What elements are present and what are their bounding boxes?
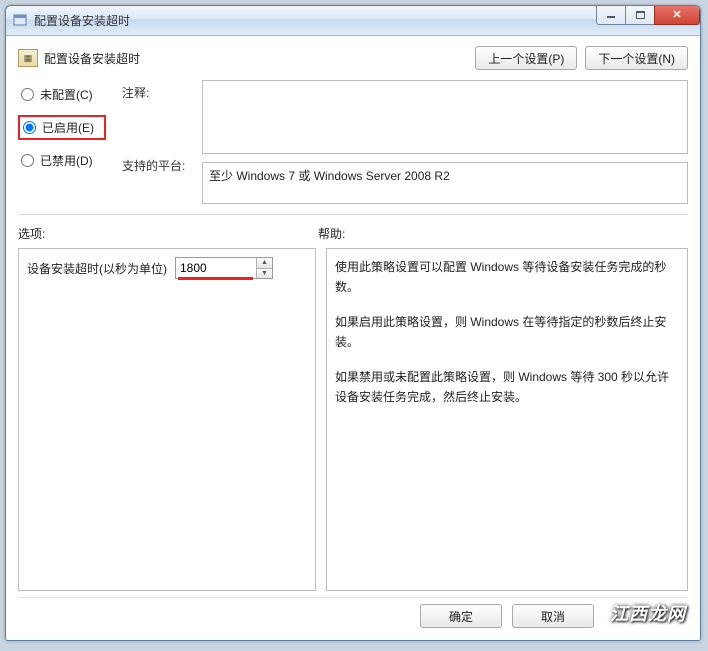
spinner-buttons: ▲ ▼ — [256, 258, 272, 278]
comment-label: 注释: — [122, 84, 186, 101]
radio-disabled-label: 已禁用(D) — [40, 152, 93, 169]
timeout-spinner: ▲ ▼ — [175, 257, 273, 279]
client-area: ▦ 配置设备安装超时 上一个设置(P) 下一个设置(N) 未配置(C) 已启用(… — [6, 36, 700, 640]
radio-disabled[interactable]: 已禁用(D) — [18, 150, 106, 171]
watermark-text: 江西龙网 — [610, 600, 686, 626]
radio-enabled[interactable]: 已启用(E) — [18, 115, 106, 140]
spinner-up-button[interactable]: ▲ — [256, 258, 272, 269]
next-setting-button[interactable]: 下一个设置(N) — [585, 46, 688, 70]
policy-title: 配置设备安装超时 — [44, 50, 140, 67]
radio-enabled-label: 已启用(E) — [42, 119, 94, 136]
minimize-button[interactable] — [596, 5, 626, 25]
help-section-label: 帮助: — [318, 225, 688, 242]
timeout-option-row: 设备安装超时(以秒为单位) ▲ ▼ — [27, 257, 307, 279]
maximize-button[interactable] — [625, 5, 655, 25]
dialog-button-row: 确定 取消 应用(A) 江西龙网 — [18, 597, 688, 630]
radio-not-configured-input[interactable] — [21, 88, 34, 101]
options-section-label: 选项: — [18, 225, 318, 242]
field-labels-column: 注释: 支持的平台: — [122, 80, 186, 204]
app-icon — [12, 13, 28, 29]
platform-label: 支持的平台: — [122, 157, 186, 174]
spinner-down-button[interactable]: ▼ — [256, 269, 272, 279]
state-radio-group: 未配置(C) 已启用(E) 已禁用(D) — [18, 80, 106, 204]
close-button[interactable]: ✕ — [654, 5, 700, 25]
previous-setting-button[interactable]: 上一个设置(P) — [475, 46, 577, 70]
policy-icon: ▦ — [18, 49, 38, 67]
cancel-button[interactable]: 取消 — [512, 604, 594, 628]
config-area: 未配置(C) 已启用(E) 已禁用(D) 注释: 支持的平台: 至少 Windo… — [18, 80, 688, 215]
help-pane: 使用此策略设置可以配置 Windows 等待设备安装任务完成的秒数。 如果启用此… — [326, 248, 688, 591]
help-paragraph-2: 如果启用此策略设置，则 Windows 在等待指定的秒数后终止安装。 — [335, 312, 679, 353]
highlight-underline — [178, 277, 253, 280]
options-pane: 设备安装超时(以秒为单位) ▲ ▼ — [18, 248, 316, 591]
lower-panes: 设备安装超时(以秒为单位) ▲ ▼ 使用此策略设置可以配置 Windows 等待… — [18, 248, 688, 591]
dialog-window: 配置设备安装超时 ✕ ▦ 配置设备安装超时 上一个设置(P) 下一个设置(N) — [5, 5, 701, 641]
radio-not-configured-label: 未配置(C) — [40, 86, 93, 103]
section-labels: 选项: 帮助: — [18, 225, 688, 242]
help-paragraph-3: 如果禁用或未配置此策略设置，则 Windows 等待 300 秒以允许设备安装任… — [335, 367, 679, 408]
header-row: ▦ 配置设备安装超时 上一个设置(P) 下一个设置(N) — [18, 46, 688, 70]
radio-disabled-input[interactable] — [21, 154, 34, 167]
title-bar[interactable]: 配置设备安装超时 ✕ — [6, 6, 700, 36]
supported-platform-box: 至少 Windows 7 或 Windows Server 2008 R2 — [202, 162, 688, 204]
ok-button[interactable]: 确定 — [420, 604, 502, 628]
window-title: 配置设备安装超时 — [34, 12, 130, 29]
timeout-option-label: 设备安装超时(以秒为单位) — [27, 260, 167, 277]
help-paragraph-1: 使用此策略设置可以配置 Windows 等待设备安装任务完成的秒数。 — [335, 257, 679, 298]
comment-textarea[interactable] — [202, 80, 688, 154]
radio-not-configured[interactable]: 未配置(C) — [18, 84, 106, 105]
window-controls: ✕ — [597, 5, 700, 25]
radio-enabled-input[interactable] — [23, 121, 36, 134]
fields-column: 至少 Windows 7 或 Windows Server 2008 R2 — [202, 80, 688, 204]
